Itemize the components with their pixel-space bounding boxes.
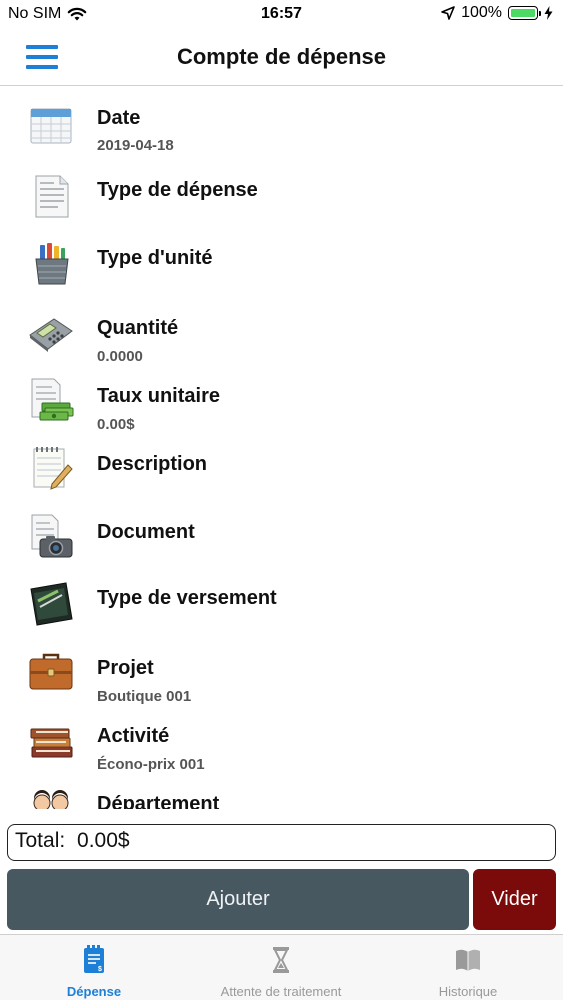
- books-icon: [30, 728, 73, 758]
- form-row-project[interactable]: Projet Boutique 001: [0, 639, 563, 705]
- form-row-description[interactable]: Description: [0, 435, 563, 499]
- tab-historique[interactable]: Historique: [418, 935, 518, 1001]
- add-button[interactable]: Ajouter: [7, 869, 469, 930]
- people-icon: [33, 790, 69, 809]
- form-row-department[interactable]: Département: [0, 775, 563, 809]
- camera-document-icon: [31, 514, 73, 558]
- tab-historique-label: Historique: [438, 984, 498, 999]
- quantity-label: Quantité: [97, 317, 179, 339]
- activity-label: Activité: [97, 725, 170, 747]
- tab-bar: $ Dépense Attente de traitement Historiq…: [0, 934, 563, 1000]
- svg-text:$: $: [98, 966, 102, 973]
- page-title: Compte de dépense: [176, 44, 387, 69]
- tab-attente-label: Attente de traitement: [220, 984, 342, 999]
- status-bar: No SIM 16:57 100%: [0, 0, 563, 30]
- form-row-payment-type[interactable]: Type de versement: [0, 571, 563, 635]
- description-label: Description: [97, 453, 208, 475]
- project-label: Projet: [97, 657, 154, 679]
- wallet-icon: [30, 582, 73, 626]
- tab-depense-label: Dépense: [66, 984, 122, 999]
- location-arrow-icon: [441, 6, 455, 20]
- date-value: 2019-04-18: [97, 137, 174, 154]
- battery-percent: 100%: [461, 4, 502, 21]
- date-label: Date: [97, 107, 141, 129]
- calculator-icon: [29, 318, 73, 352]
- calendar-icon: [30, 108, 72, 144]
- clear-button[interactable]: Vider: [473, 869, 556, 930]
- unit-rate-value: 0.00$: [97, 416, 135, 433]
- project-value: Boutique 001: [97, 688, 192, 705]
- form-row-unit-rate[interactable]: Taux unitaire 0.00$: [0, 367, 563, 433]
- document-label: Document: [97, 521, 195, 543]
- payment-type-label: Type de versement: [97, 587, 277, 609]
- tab-depense[interactable]: $ Dépense: [40, 935, 148, 1001]
- status-right: 100%: [441, 4, 553, 22]
- nav-bar: Compte de dépense: [0, 30, 563, 86]
- expense-form-list: Date 2019-04-18 Type de dépense Type d'u…: [0, 87, 563, 809]
- invoice-icon: [35, 175, 69, 218]
- department-label: Département: [97, 793, 220, 809]
- open-book-icon: [456, 949, 480, 971]
- form-row-expense-type[interactable]: Type de dépense: [0, 163, 563, 227]
- charging-bolt-icon: [544, 6, 553, 20]
- expense-document-icon: $: [84, 945, 104, 973]
- unit-rate-label: Taux unitaire: [97, 385, 220, 407]
- money-document-icon: [31, 378, 74, 421]
- activity-value: Écono-prix 001: [97, 756, 205, 773]
- notepad-pen-icon: [33, 447, 73, 490]
- hourglass-icon: [273, 947, 289, 973]
- briefcase-icon: [29, 653, 73, 690]
- form-row-date[interactable]: Date 2019-04-18: [0, 93, 563, 157]
- battery-icon: [508, 6, 541, 20]
- quantity-value: 0.0000: [97, 348, 143, 365]
- expense-type-label: Type de dépense: [97, 179, 258, 201]
- form-row-document[interactable]: Document: [0, 503, 563, 567]
- tab-attente[interactable]: Attente de traitement: [196, 935, 366, 1001]
- form-row-quantity[interactable]: Quantité 0.0000: [0, 299, 563, 365]
- total-label: Total:: [15, 829, 66, 852]
- total-box: Total: 0.00$: [7, 824, 556, 861]
- total-value: 0.00$: [77, 829, 130, 852]
- form-row-activity[interactable]: Activité Écono-prix 001: [0, 707, 563, 773]
- unit-type-label: Type d'unité: [97, 247, 213, 269]
- form-row-unit-type[interactable]: Type d'unité: [0, 231, 563, 295]
- tools-basket-icon: [35, 243, 69, 285]
